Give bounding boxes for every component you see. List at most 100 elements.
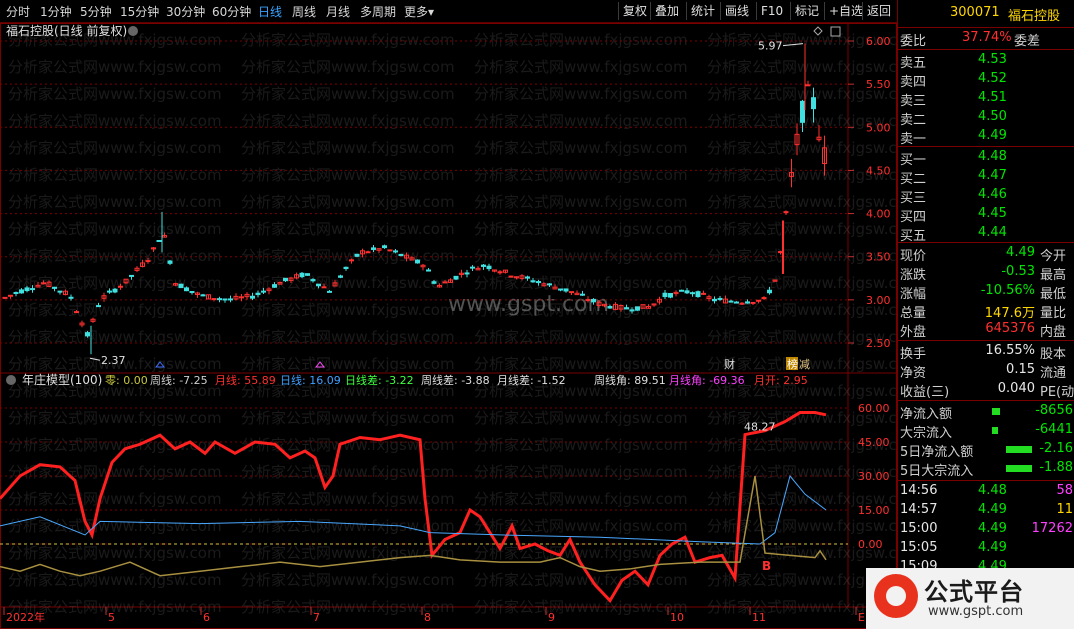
buy-level-row[interactable]: 买四 4.45 <box>898 205 1074 225</box>
watermark-text: 分析家公式网www.fxjgsw.com <box>241 301 455 319</box>
buy-level-row[interactable]: 买五 4.44 <box>898 224 1074 244</box>
tab-monthly[interactable]: 月线 <box>326 3 350 20</box>
candle-body <box>690 292 695 295</box>
mark-button[interactable]: 标记 <box>790 2 823 20</box>
candle-body <box>250 295 255 299</box>
candle-body <box>145 260 151 263</box>
overlay-button[interactable]: 叠加 <box>650 2 683 20</box>
candle-body <box>19 289 24 294</box>
candle-body <box>635 306 640 311</box>
sell-level-row[interactable]: 卖一 4.49 <box>898 127 1074 147</box>
candle-body <box>580 293 585 296</box>
back-button[interactable]: 返回 <box>862 2 895 20</box>
candle-body <box>387 249 393 252</box>
watermark-text: 分析家公式网www.fxjgsw.com <box>8 85 222 103</box>
candle-body <box>112 288 118 293</box>
add-favorite-button[interactable]: +自选 <box>824 2 867 20</box>
reduce-event-badge[interactable]: 减 <box>799 358 810 371</box>
price-axis-label: 4.00 <box>866 208 891 221</box>
date-axis-label: E <box>858 611 865 624</box>
watermark-text: 分析家公式网www.fxjgsw.com <box>474 544 688 562</box>
tab-60min[interactable]: 60分钟 <box>212 3 251 20</box>
candle-body <box>178 283 184 289</box>
finance-event-badge[interactable]: 财 <box>724 357 735 371</box>
indicator-dropdown-icon[interactable] <box>6 375 16 385</box>
date-axis-label: 7 <box>313 611 320 624</box>
candle-body <box>426 269 431 272</box>
flow-bar <box>992 427 998 434</box>
date-axis-label: 9 <box>548 611 555 624</box>
candle-body <box>189 291 195 294</box>
candle-body <box>228 298 233 301</box>
date-axis-label: 10 <box>670 611 684 624</box>
buy-level-row[interactable]: 买三 4.46 <box>898 186 1074 206</box>
candle-body <box>41 282 46 285</box>
candle-body <box>712 298 717 302</box>
quote-row: 现价 4.49 今开 <box>900 245 1067 264</box>
watermark-text: 分析家公式网www.fxjgsw.com <box>474 571 688 589</box>
candle-body <box>800 100 805 123</box>
capital-flow-row: 大宗流入 -6441 <box>900 422 1073 441</box>
watermark-text: 分析家公式网www.fxjgsw.com <box>8 544 222 562</box>
candle-body <box>2 296 8 299</box>
buy-level-row[interactable]: 买一 4.48 <box>898 148 1074 168</box>
price-axis-label: 5.00 <box>866 121 891 134</box>
watermark-text: 分析家公式网www.fxjgsw.com <box>707 58 897 76</box>
sell-level-row[interactable]: 卖二 4.50 <box>898 108 1074 128</box>
candle-body <box>393 250 398 253</box>
center-watermark: www.gspt.com <box>448 292 609 317</box>
watermark-text: 分析家公式网www.fxjgsw.com <box>241 193 455 211</box>
indicator-value: 日线: 16.09 <box>280 373 341 387</box>
candle-body <box>525 276 530 279</box>
candle-body <box>107 290 112 293</box>
tab-1min[interactable]: 1分钟 <box>40 3 72 20</box>
fuquan-button[interactable]: 复权 <box>618 2 651 20</box>
watermark-text: 分析家公式网www.fxjgsw.com <box>707 274 897 292</box>
buy-level-row[interactable]: 买二 4.47 <box>898 167 1074 187</box>
watermark-text: 分析家公式网www.fxjgsw.com <box>474 58 688 76</box>
watermark-text: 分析家公式网www.fxjgsw.com <box>8 517 222 535</box>
watermark-text: 分析家公式网www.fxjgsw.com <box>241 85 455 103</box>
candle-body <box>728 300 734 303</box>
tab-more[interactable]: 更多▾ <box>404 3 434 20</box>
tab-weekly[interactable]: 周线 <box>292 3 316 20</box>
date-axis-label: 5 <box>108 611 115 624</box>
fundamental-row: 收益(三) 0.040 PE(动) <box>900 381 1074 400</box>
draw-line-button[interactable]: 画线 <box>720 2 753 20</box>
f10-button[interactable]: F10 <box>756 2 787 20</box>
sell-level-row[interactable]: 卖三 4.51 <box>898 89 1074 109</box>
watermark-text: 分析家公式网www.fxjgsw.com <box>8 436 222 454</box>
candle-body <box>211 298 217 301</box>
watermark-text: 分析家公式网www.fxjgsw.com <box>8 139 222 157</box>
tab-5min[interactable]: 5分钟 <box>80 3 112 20</box>
high-price-annotation: 5.97 <box>758 40 783 53</box>
flow-bar <box>992 408 1000 415</box>
candle-body <box>695 291 701 298</box>
indicator-value: 月线差: -1.52 <box>497 373 566 387</box>
candle-body <box>684 290 690 294</box>
watermark-layer: 分析家公式网www.fxjgsw.com 分析家公式网www.fxjgsw.com… <box>8 31 897 616</box>
stats-button[interactable]: 统计 <box>686 2 719 20</box>
candle-body <box>310 279 316 282</box>
tab-fenshi[interactable]: 分时 <box>6 3 30 20</box>
rank-event-badge[interactable]: 榜 <box>787 357 798 371</box>
candle-body <box>96 305 101 308</box>
candle-body <box>811 97 816 110</box>
sell-level-row[interactable]: 卖五 4.53 <box>898 51 1074 71</box>
candle-body <box>382 245 387 249</box>
tab-30min[interactable]: 30分钟 <box>166 3 205 20</box>
tab-daily[interactable]: 日线 <box>258 3 282 20</box>
watermark-text: 分析家公式网www.fxjgsw.com <box>241 112 455 130</box>
sell-level-row[interactable]: 卖四 4.52 <box>898 70 1074 90</box>
date-axis-label: 11 <box>752 611 766 624</box>
indicator-value: 零: 0.00 <box>105 374 148 387</box>
kline-chart[interactable]: 分析家公式网www.fxjgsw.com 分析家公式网www.fxjgsw.com… <box>0 23 897 629</box>
candle-body <box>481 264 486 267</box>
candle-body <box>415 259 420 264</box>
tab-15min[interactable]: 15分钟 <box>120 3 159 20</box>
candle-body <box>343 266 349 270</box>
title-dropdown-icon[interactable] <box>128 26 138 36</box>
tab-multi-period[interactable]: 多周期 <box>360 3 396 20</box>
candle-body <box>563 288 569 292</box>
quote-row: 外盘 645376 内盘 <box>900 321 1067 340</box>
